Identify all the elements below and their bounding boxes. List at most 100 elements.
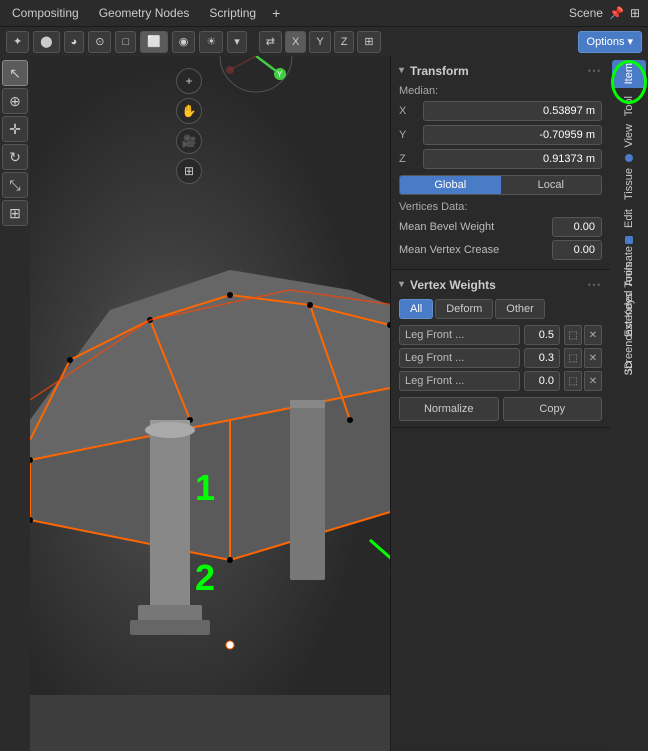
weight-select-icon-2[interactable]: ⬚ (564, 371, 582, 391)
vertex-crease-value[interactable]: 0.00 (552, 240, 602, 260)
edit-tab-label: Edit (623, 209, 635, 228)
solid-button[interactable]: ⬜ (140, 31, 168, 53)
far-right-tabs: Item Tool View Tissue Edit Animate Exten… (610, 56, 648, 751)
zoom-button[interactable]: + (176, 68, 202, 94)
add-workspace-button[interactable]: + (272, 5, 280, 21)
y-field-row: Y -0.70959 m (399, 125, 602, 145)
deform-tab[interactable]: Deform (435, 299, 493, 319)
transform-collapse-icon: ▾ (399, 65, 404, 76)
viewport-scene-svg: 1 2 (30, 0, 430, 695)
menu-item-geometry-nodes[interactable]: Geometry Nodes (95, 4, 194, 22)
viewport-shading-button[interactable]: ⬤ (33, 31, 59, 53)
vertex-weights-header[interactable]: ▾ Vertex Weights ⋯ (399, 276, 602, 293)
bevel-weight-label: Mean Bevel Weight (399, 221, 552, 233)
toolbar-row: ✦ ⬤ ◕ ⊙ □ ⬜ ◉ ☀ ▾ ⇄ X Y Z ⊞ Options ▾ (0, 26, 648, 56)
item-tab[interactable]: Item (612, 60, 646, 88)
more-shading-button[interactable]: ▾ (227, 31, 247, 53)
move-tool-button[interactable]: ✛ (2, 116, 28, 142)
select-tool-button[interactable]: ↖ (2, 60, 28, 86)
weight-actions-1: ⬚ ✕ (564, 348, 602, 368)
material-button[interactable]: ◉ (172, 31, 196, 53)
local-toggle-button[interactable]: Local (501, 176, 602, 194)
weight-select-icon-0[interactable]: ⬚ (564, 325, 582, 345)
weight-select-icon-1[interactable]: ⬚ (564, 348, 582, 368)
weight-val-2[interactable]: 0.0 (524, 371, 560, 391)
view-indicator-dot (625, 154, 633, 162)
menu-item-scripting[interactable]: Scripting (205, 4, 260, 22)
bevel-weight-field: Mean Bevel Weight 0.00 (399, 217, 602, 237)
options-label: Options (587, 36, 625, 48)
options-chevron-icon: ▾ (627, 35, 633, 48)
edit-tab[interactable]: Edit (612, 204, 646, 232)
pan-button[interactable]: ✋ (176, 98, 202, 124)
transform-icon-button[interactable]: ⇄ (259, 31, 282, 53)
transform-tool-button[interactable]: ⊞ (2, 200, 28, 226)
menu-item-compositing[interactable]: Compositing (8, 4, 83, 22)
overlay-button[interactable]: ◕ (64, 31, 85, 53)
pin-icon: 📌 (609, 6, 624, 20)
3d-tab-label: 3D (623, 361, 635, 375)
other-tab[interactable]: Other (495, 299, 545, 319)
tissue-tab[interactable]: Tissue (612, 170, 646, 198)
svg-text:Y: Y (277, 70, 283, 79)
coordinate-system-toggle: Global Local (399, 175, 602, 195)
transform-section-header[interactable]: ▾ Transform ⋯ (399, 62, 602, 79)
global-toggle-button[interactable]: Global (400, 176, 501, 194)
x-axis-button[interactable]: X (285, 31, 306, 53)
view-tab[interactable]: View (612, 122, 646, 150)
vertex-crease-field: Mean Vertex Crease 0.00 (399, 240, 602, 260)
xray-button[interactable]: ⊙ (88, 31, 111, 53)
x-axis-label: X (399, 105, 423, 117)
transform-section-dots: ⋯ (587, 62, 602, 79)
snap-button[interactable]: ⊞ (357, 31, 380, 53)
shading-icon: ⬤ (40, 35, 52, 48)
tissue-tab-label: Tissue (623, 168, 635, 200)
transform-group: ⇄ X Y Z ⊞ (259, 31, 381, 53)
options-button[interactable]: Options ▾ (578, 31, 642, 53)
y-value-field[interactable]: -0.70959 m (423, 125, 602, 145)
3d-viewport[interactable]: 1 2 Z X Y (30, 0, 430, 751)
normalize-button[interactable]: Normalize (399, 397, 499, 421)
y-axis-button[interactable]: Y (309, 31, 330, 53)
y-axis-label: Y (399, 129, 423, 141)
weight-name-1[interactable]: Leg Front ... (399, 348, 520, 368)
z-field-row: Z 0.91373 m (399, 149, 602, 169)
wireframe-icon: □ (122, 36, 129, 48)
top-menu-right: Scene 📌 ⊞ (569, 6, 640, 20)
left-toolbar: ↖ ⊕ ✛ ↻ ⤡ ⊞ (0, 56, 30, 751)
svg-text:2: 2 (195, 557, 215, 598)
wireframe-button[interactable]: □ (115, 31, 136, 53)
weight-remove-icon-1[interactable]: ✕ (584, 348, 602, 368)
camera-button[interactable]: 🎥 (176, 128, 202, 154)
weight-val-1[interactable]: 0.3 (524, 348, 560, 368)
weight-name-0[interactable]: Leg Front ... (399, 325, 520, 345)
x-value-field[interactable]: 0.53897 m (423, 101, 602, 121)
weight-remove-icon-2[interactable]: ✕ (584, 371, 602, 391)
vertex-weights-tabs: All Deform Other (399, 299, 602, 319)
mode-button[interactable]: ✦ (6, 31, 29, 53)
z-axis-button[interactable]: Z (334, 31, 355, 53)
weight-val-0[interactable]: 0.5 (524, 325, 560, 345)
copy-button[interactable]: Copy (503, 397, 603, 421)
scene-dropdown[interactable]: Scene (569, 6, 603, 20)
rendered-icon: ☀ (206, 35, 216, 48)
grid-button[interactable]: ⊞ (176, 158, 202, 184)
options-area: Options ▾ (578, 31, 642, 53)
screencast-keys-tab[interactable]: Screencast Keys (612, 320, 646, 348)
cursor-tool-button[interactable]: ⊕ (2, 88, 28, 114)
z-axis-label: Z (399, 153, 423, 165)
view-tab-label: View (623, 124, 635, 148)
weight-remove-icon-0[interactable]: ✕ (584, 325, 602, 345)
rendered-button[interactable]: ☀ (199, 31, 223, 53)
chevron-right-icon: ▾ (234, 35, 240, 48)
weight-row-1: Leg Front ... 0.3 ⬚ ✕ (399, 348, 602, 368)
weight-actions-2: ⬚ ✕ (564, 371, 602, 391)
rotate-tool-button[interactable]: ↻ (2, 144, 28, 170)
tool-tab[interactable]: Tool (612, 92, 646, 120)
all-tab[interactable]: All (399, 299, 433, 319)
weight-name-2[interactable]: Leg Front ... (399, 371, 520, 391)
scale-tool-button[interactable]: ⤡ (2, 172, 28, 198)
z-value-field[interactable]: 0.91373 m (423, 149, 602, 169)
3d-tab[interactable]: 3D (612, 354, 646, 382)
bevel-weight-value[interactable]: 0.00 (552, 217, 602, 237)
